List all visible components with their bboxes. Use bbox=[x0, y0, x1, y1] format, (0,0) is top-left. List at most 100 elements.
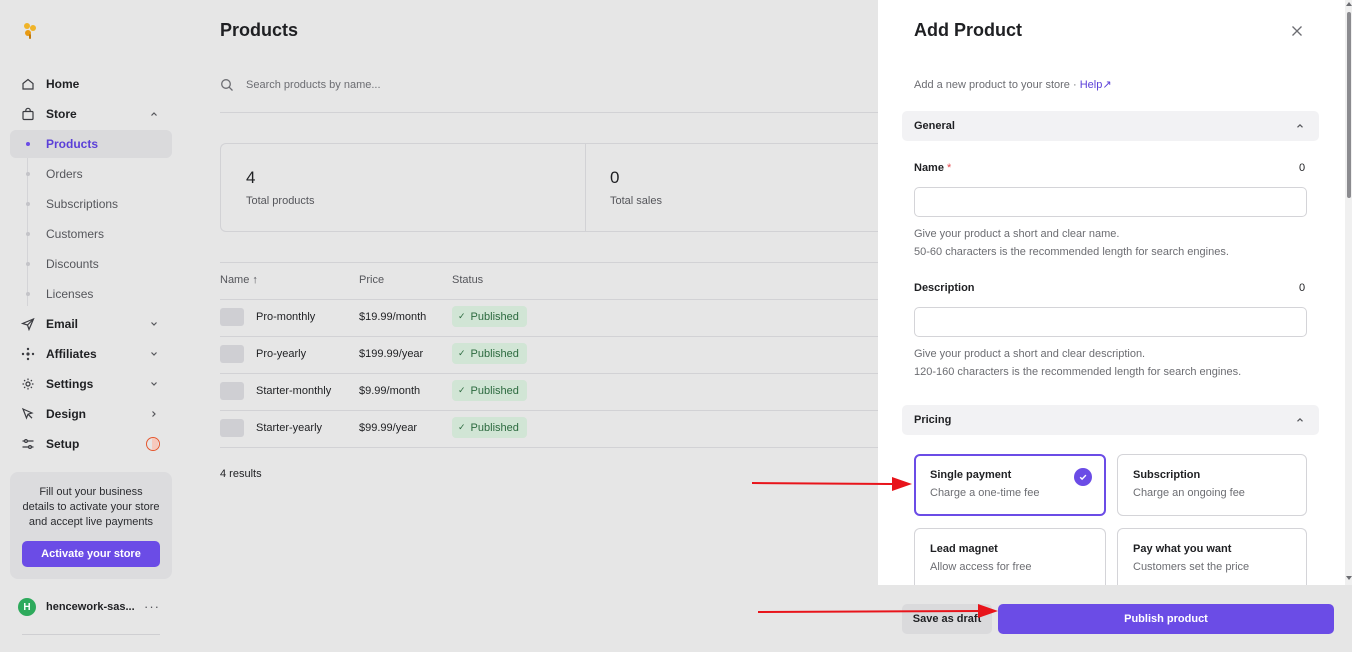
pricing-option-subscription[interactable]: Subscription Charge an ongoing fee bbox=[1117, 454, 1307, 516]
cursor-icon bbox=[20, 406, 36, 422]
check-icon: ✓ bbox=[458, 311, 466, 321]
nav-design-label: Design bbox=[46, 407, 87, 421]
status-badge: ✓ Published bbox=[452, 417, 527, 438]
name-help: Give your product a short and clear name… bbox=[914, 225, 1229, 261]
product-price: $19.99/month bbox=[359, 311, 427, 323]
stat-value: 4 bbox=[246, 168, 256, 187]
name-field[interactable] bbox=[914, 187, 1307, 217]
column-header-name[interactable]: Name ↑ bbox=[220, 274, 258, 286]
status-text: Published bbox=[470, 347, 519, 360]
name-char-count: 0 bbox=[1299, 162, 1306, 174]
stat-value: 0 bbox=[610, 168, 620, 187]
table-row[interactable]: Starter-yearly $99.99/year ✓ Published bbox=[220, 410, 920, 447]
status-badge: ✓ Published bbox=[452, 306, 527, 327]
check-icon: ✓ bbox=[458, 348, 466, 358]
divider bbox=[220, 447, 880, 448]
pricing-option-desc: Customers set the price bbox=[1133, 561, 1250, 573]
dot-icon bbox=[26, 292, 30, 296]
nav-design[interactable]: Design bbox=[10, 400, 172, 428]
stat-label: Total products bbox=[246, 195, 315, 207]
product-name: Pro-yearly bbox=[256, 348, 307, 360]
sidebar-item-products[interactable]: Products bbox=[10, 130, 172, 158]
status-text: Published bbox=[470, 384, 519, 397]
brand-logo-icon[interactable] bbox=[22, 22, 38, 40]
name-help-line-1: Give your product a short and clear name… bbox=[914, 228, 1120, 240]
check-circle-icon bbox=[1074, 468, 1092, 486]
status-badge: ✓ Published bbox=[452, 380, 527, 401]
search-input[interactable] bbox=[246, 79, 546, 91]
sidebar-item-label: Products bbox=[46, 137, 99, 151]
dot-icon bbox=[26, 232, 30, 236]
sidebar-item-orders[interactable]: Orders bbox=[10, 160, 172, 188]
column-header-status[interactable]: Status bbox=[452, 274, 483, 286]
product-thumbnail bbox=[220, 382, 244, 400]
nav-affiliates[interactable]: Affiliates bbox=[10, 340, 172, 368]
nav-home-label: Home bbox=[46, 77, 80, 91]
name-label: Name * bbox=[914, 162, 951, 174]
drawer-footer: Save as draft Publish product bbox=[878, 585, 1352, 652]
column-header-price[interactable]: Price bbox=[359, 274, 384, 286]
required-marker: * bbox=[947, 162, 952, 174]
help-link[interactable]: Help↗ bbox=[1080, 79, 1112, 91]
search-bar[interactable] bbox=[220, 74, 900, 96]
stat-total-sales: 0 Total sales bbox=[585, 144, 921, 231]
nav-setup[interactable]: Setup bbox=[10, 430, 172, 458]
nav-settings[interactable]: Settings bbox=[10, 370, 172, 398]
chevron-up-icon bbox=[151, 112, 157, 116]
pricing-option-title: Lead magnet bbox=[930, 543, 998, 555]
table-row[interactable]: Starter-monthly $9.99/month ✓ Published bbox=[220, 373, 920, 410]
table-row[interactable]: Pro-yearly $199.99/year ✓ Published bbox=[220, 336, 920, 373]
pricing-option-lead-magnet[interactable]: Lead magnet Allow access for free bbox=[914, 528, 1106, 585]
dot-icon bbox=[26, 262, 30, 266]
account-switcher[interactable]: H hencework-sas... ··· bbox=[18, 597, 168, 617]
scrollbar-thumb[interactable] bbox=[1347, 12, 1351, 198]
nav-email[interactable]: Email bbox=[10, 310, 172, 338]
status-text: Published bbox=[470, 310, 519, 323]
sidebar-item-label: Customers bbox=[46, 227, 105, 241]
account-name: hencework-sas... bbox=[46, 601, 135, 613]
results-count: 4 results bbox=[220, 468, 262, 480]
sidebar-item-subscriptions[interactable]: Subscriptions bbox=[10, 190, 172, 218]
add-product-drawer: Add Product Add a new product to your st… bbox=[878, 0, 1352, 652]
scroll-down-arrow-icon[interactable] bbox=[1346, 576, 1352, 580]
nav-home[interactable]: Home bbox=[10, 70, 172, 98]
close-icon[interactable] bbox=[1290, 24, 1304, 38]
pricing-option-title: Single payment bbox=[930, 469, 1012, 481]
pricing-option-pay-what-you-want[interactable]: Pay what you want Customers set the pric… bbox=[1117, 528, 1307, 585]
description-field[interactable] bbox=[914, 307, 1307, 337]
divider bbox=[220, 112, 880, 113]
sidebar-item-customers[interactable]: Customers bbox=[10, 220, 172, 248]
sidebar-item-discounts[interactable]: Discounts bbox=[10, 250, 172, 278]
nav-setup-label: Setup bbox=[46, 437, 80, 451]
network-icon bbox=[20, 346, 36, 362]
scroll-up-arrow-icon[interactable] bbox=[1346, 2, 1352, 6]
sidebar-item-licenses[interactable]: Licenses bbox=[10, 280, 172, 308]
pricing-option-single-payment[interactable]: Single payment Charge a one-time fee bbox=[914, 454, 1106, 516]
description-help: Give your product a short and clear desc… bbox=[914, 345, 1241, 381]
product-thumbnail bbox=[220, 345, 244, 363]
chevron-up-icon bbox=[1297, 123, 1303, 128]
nav-store[interactable]: Store bbox=[10, 100, 172, 128]
name-label-text: Name bbox=[914, 162, 944, 174]
sidebar-item-label: Subscriptions bbox=[46, 197, 119, 211]
page-title: Products bbox=[220, 20, 299, 40]
save-as-draft-button[interactable]: Save as draft bbox=[902, 604, 992, 634]
description-help-line-1: Give your product a short and clear desc… bbox=[914, 348, 1146, 360]
section-title: Pricing bbox=[914, 414, 952, 426]
chevron-down-icon bbox=[151, 352, 157, 356]
more-options-icon[interactable]: ··· bbox=[144, 599, 160, 614]
publish-product-button[interactable]: Publish product bbox=[998, 604, 1334, 634]
activate-store-card: Fill out your business details to activa… bbox=[10, 472, 172, 579]
product-name: Pro-monthly bbox=[256, 311, 316, 323]
divider bbox=[22, 634, 160, 635]
product-price: $9.99/month bbox=[359, 385, 421, 397]
sliders-icon bbox=[20, 436, 36, 452]
stat-label: Total sales bbox=[610, 195, 662, 207]
product-thumbnail bbox=[220, 419, 244, 437]
table-row[interactable]: Pro-monthly $19.99/month ✓ Published bbox=[220, 299, 920, 336]
section-pricing-header[interactable]: Pricing bbox=[902, 405, 1319, 435]
product-price: $99.99/year bbox=[359, 422, 418, 434]
nav-affiliates-label: Affiliates bbox=[46, 347, 97, 361]
activate-store-button[interactable]: Activate your store bbox=[22, 541, 160, 567]
section-general-header[interactable]: General bbox=[902, 111, 1319, 141]
